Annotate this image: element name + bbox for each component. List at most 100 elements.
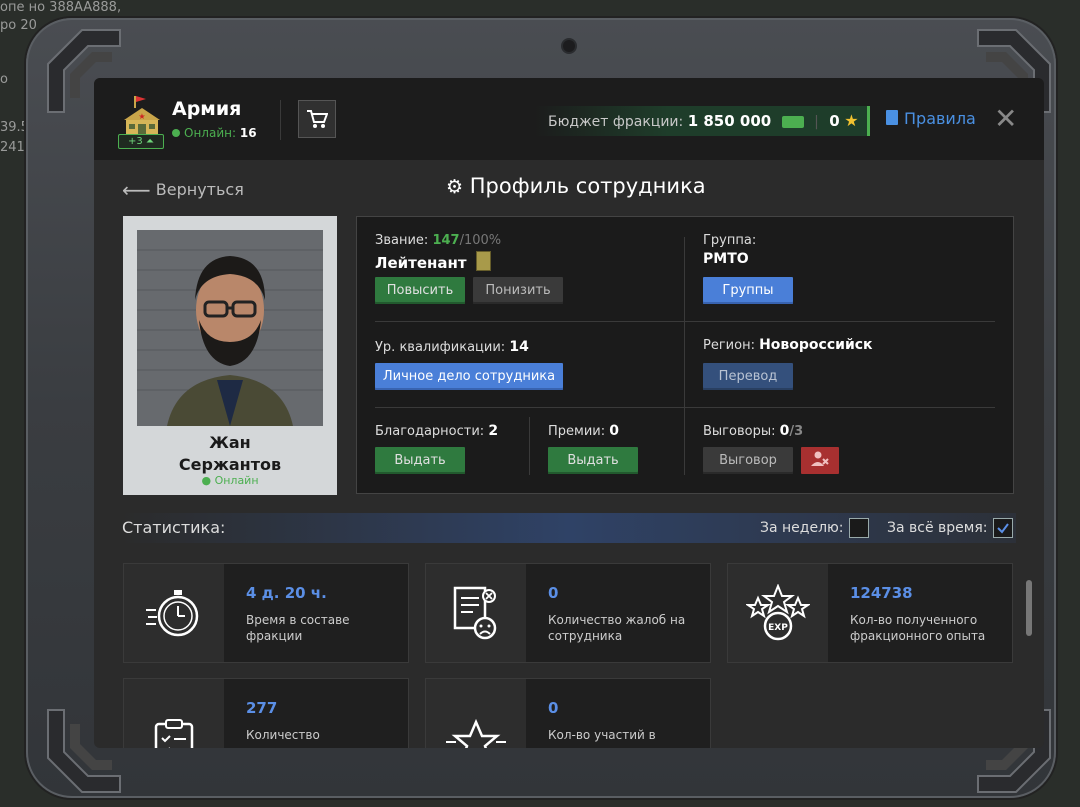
thanks-value: 2: [488, 423, 499, 439]
group-value: РМТО: [703, 251, 749, 267]
statistics-title: Статистика:: [122, 518, 226, 537]
back-label: Вернуться: [155, 180, 244, 199]
online-dot-icon: [172, 129, 180, 137]
money-icon: [781, 116, 804, 128]
stat-value: 277: [246, 699, 278, 717]
stat-value: 0: [548, 699, 559, 717]
user-remove-icon: [811, 451, 829, 466]
rank-label-text: Звание:: [375, 233, 429, 248]
svg-text:★: ★: [138, 112, 145, 121]
hud-text: 39.5: [0, 120, 29, 135]
star-icon: ★: [844, 111, 859, 130]
online-count: 16: [239, 126, 257, 140]
divider: [375, 321, 995, 322]
clipboard-icon: [124, 679, 224, 748]
stat-description: Количество жалоб на сотрудника: [548, 613, 686, 643]
cart-icon: [307, 110, 328, 128]
reprimand-button[interactable]: Выговор: [703, 447, 793, 474]
qualification: Ур. квалификации: 14: [375, 339, 529, 355]
give-bonus-button[interactable]: Выдать: [548, 447, 638, 474]
online-indicator: Онлайн: 16: [172, 126, 257, 140]
online-dot-icon: ●: [201, 474, 212, 487]
stat-card: 0 Количество жалоб на сотрудника: [425, 563, 711, 663]
personal-file-button[interactable]: Личное дело сотрудника: [375, 363, 563, 390]
groups-button[interactable]: Группы: [703, 277, 793, 304]
divider: |: [814, 114, 819, 130]
rank-name: Лейтенант: [375, 251, 491, 272]
last-name: Сержантов: [178, 455, 282, 474]
page-title-text: Профиль сотрудника: [469, 174, 706, 198]
tablet-screen: ★ +3 ⏶ Армия Онлайн: 16 Бюджет фракции: …: [94, 78, 1044, 748]
region-value: Новороссийск: [759, 337, 873, 353]
mugshot-image: [137, 230, 323, 426]
shop-cart-button[interactable]: [298, 100, 336, 138]
employee-info-panel: Звание: 147/100% Лейтенант Повысить Пони…: [356, 216, 1014, 494]
rules-link[interactable]: Правила: [886, 109, 976, 128]
divider: [684, 237, 685, 475]
svg-text:EXP: EXP: [768, 623, 788, 633]
demote-button[interactable]: Понизить: [473, 277, 563, 304]
stars-value: 0: [829, 112, 840, 130]
stat-description: Кол-во участий в: [548, 728, 656, 742]
faction-budget: Бюджет фракции: 1 850 000 | 0 ★: [534, 106, 868, 136]
remove-reprimand-button[interactable]: [801, 447, 839, 474]
employee-status: ● Онлайн: [123, 474, 337, 487]
scrollbar-thumb[interactable]: [1026, 580, 1032, 636]
rank-name-text: Лейтенант: [375, 254, 467, 272]
employee-photo-card: Жан Сержантов ● Онлайн: [123, 216, 337, 495]
rank-insignia-icon: [475, 251, 491, 271]
group-label: Группа:: [703, 233, 757, 248]
close-button[interactable]: ✕: [994, 105, 1017, 133]
week-filter-checkbox[interactable]: [849, 518, 869, 538]
bonuses: Премии: 0: [548, 423, 619, 439]
stat-card: EXP 124738 Кол-во полученного фракционно…: [727, 563, 1013, 663]
reprimand-value: 0: [779, 423, 790, 439]
stat-card: 4 д. 20 ч. Время в составе фракции: [123, 563, 409, 663]
budget-value: 1 850 000: [687, 112, 772, 130]
hud-text: ро 20: [0, 18, 37, 33]
rank-progress-max: /100%: [459, 233, 502, 248]
transfer-button[interactable]: Перевод: [703, 363, 793, 390]
stat-description: Количество: [246, 728, 320, 742]
tablet-frame: ★ +3 ⏶ Армия Онлайн: 16 Бюджет фракции: …: [26, 18, 1056, 798]
stat-description: Время в составе фракции: [246, 613, 350, 643]
star-icon: [426, 679, 526, 748]
stat-card: 0 Кол-во участий в: [425, 678, 711, 748]
qual-value: 14: [509, 339, 529, 355]
bonus-label: Премии:: [548, 424, 606, 439]
stat-value: 0: [548, 584, 559, 602]
rules-label: Правила: [904, 109, 976, 128]
stat-value: 124738: [850, 584, 913, 602]
hud-text: опе но 388AA888,: [0, 0, 122, 15]
check-icon: [997, 523, 1009, 534]
header-bar: ★ +3 ⏶ Армия Онлайн: 16 Бюджет фракции: …: [94, 78, 1044, 160]
region-label: Регион:: [703, 338, 755, 353]
accent-bar: [867, 106, 870, 136]
region: Регион: Новороссийск: [703, 337, 873, 353]
thanks: Благодарности: 2: [375, 423, 498, 439]
stopwatch-icon: [124, 564, 224, 662]
hud-text: о: [0, 72, 8, 87]
divider: [280, 100, 281, 140]
reprimand-label: Выговоры:: [703, 424, 776, 439]
page-title: ⚙ Профиль сотрудника: [446, 174, 706, 198]
status-text: Онлайн: [214, 474, 259, 487]
arrow-left-icon: ⟵: [122, 178, 151, 202]
thanks-label: Благодарности:: [375, 424, 485, 439]
alltime-filter-checkbox[interactable]: [993, 518, 1013, 538]
budget-label: Бюджет фракции:: [548, 114, 684, 130]
divider: [375, 407, 995, 408]
statistics-header: Статистика: За неделю: За всё время:: [122, 513, 1016, 543]
rank-progress: 147: [432, 233, 460, 248]
back-button[interactable]: ⟵ Вернуться: [122, 178, 244, 202]
complaint-icon: [426, 564, 526, 662]
reprimands: Выговоры: 0/3: [703, 423, 803, 439]
badge-text: +3: [128, 136, 143, 147]
give-thanks-button[interactable]: Выдать: [375, 447, 465, 474]
divider: [529, 417, 530, 475]
alltime-filter-label: За всё время:: [887, 520, 988, 536]
first-name: Жан: [209, 433, 251, 452]
online-label: Онлайн:: [184, 126, 237, 140]
week-filter-label: За неделю:: [760, 520, 844, 536]
promote-button[interactable]: Повысить: [375, 277, 465, 304]
